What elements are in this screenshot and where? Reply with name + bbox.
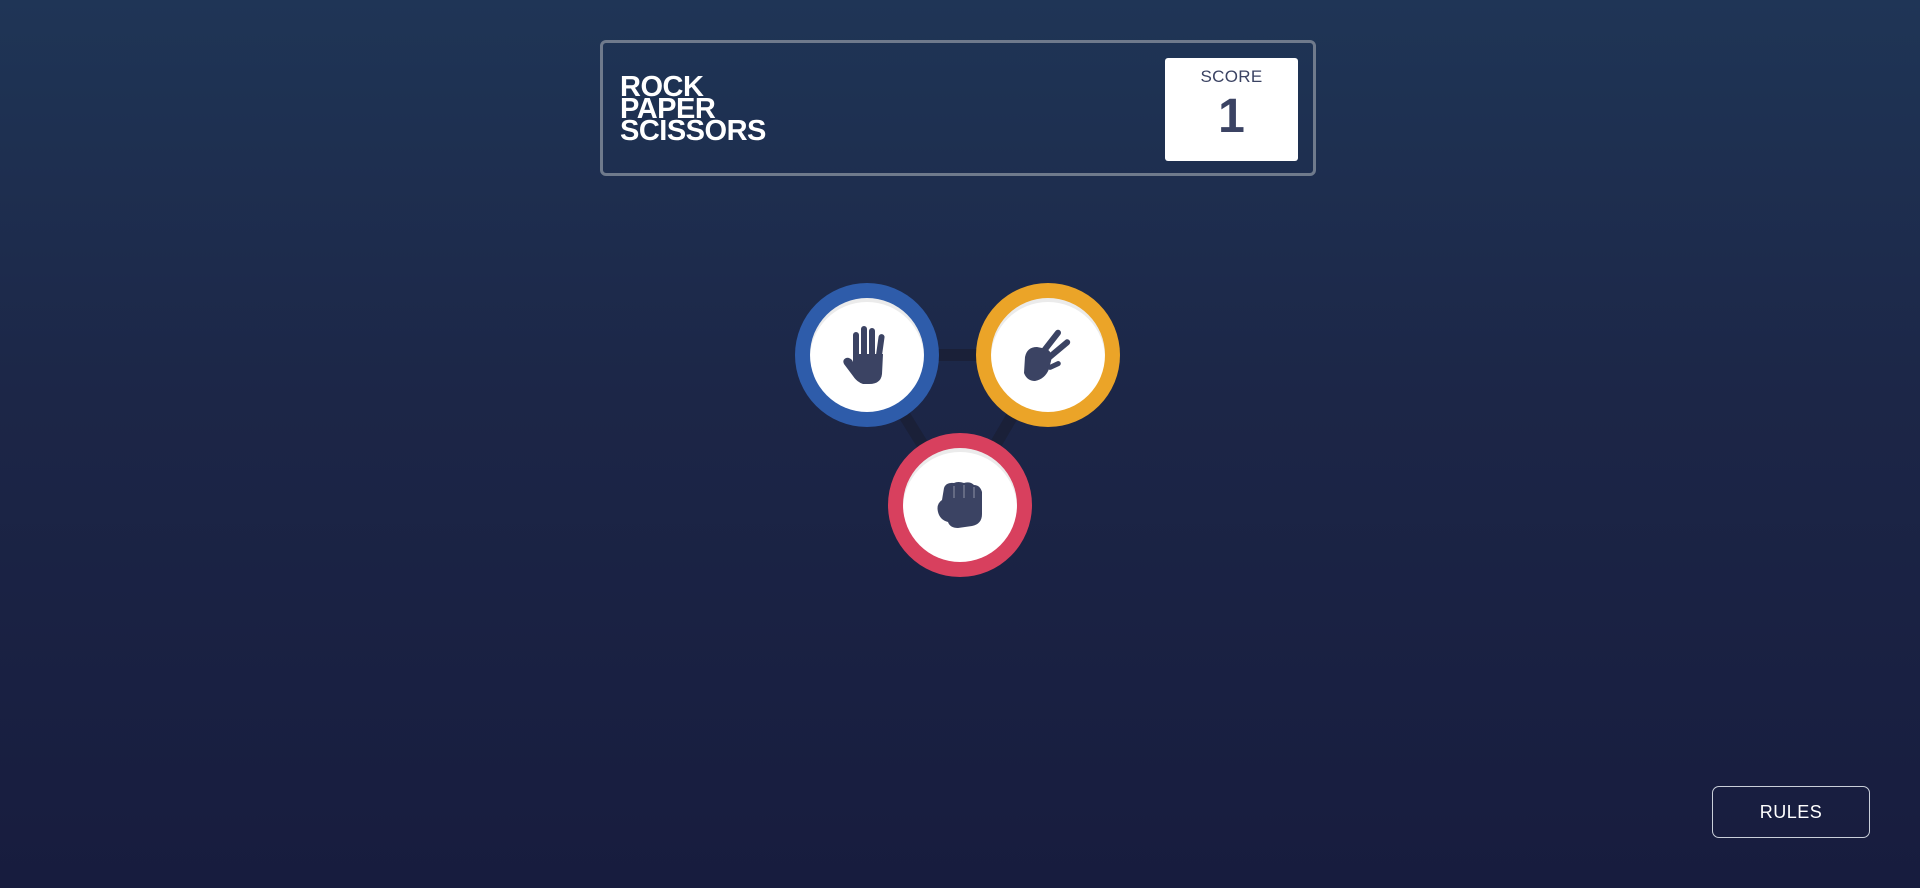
- rock-token-face: [903, 448, 1017, 562]
- scissors-token-face: [991, 298, 1105, 412]
- score-header: ROCK PAPER SCISSORS SCORE 1: [600, 40, 1316, 176]
- rules-button[interactable]: RULES: [1712, 786, 1870, 838]
- paper-hand-icon: [843, 326, 885, 384]
- game-title: ROCK PAPER SCISSORS: [620, 73, 766, 147]
- paper-token[interactable]: [795, 283, 939, 427]
- scissors-hand-icon: [1024, 329, 1071, 381]
- rock-fist-icon: [937, 482, 982, 528]
- rock-token[interactable]: [888, 433, 1032, 577]
- score-label: SCORE: [1200, 67, 1263, 86]
- score-box: SCORE 1: [1165, 58, 1298, 161]
- game-board: [790, 280, 1130, 580]
- paper-token-face: [810, 298, 924, 412]
- scissors-token[interactable]: [976, 283, 1120, 427]
- score-value: 1: [1218, 90, 1245, 143]
- title-line-scissors: SCISSORS: [620, 115, 766, 147]
